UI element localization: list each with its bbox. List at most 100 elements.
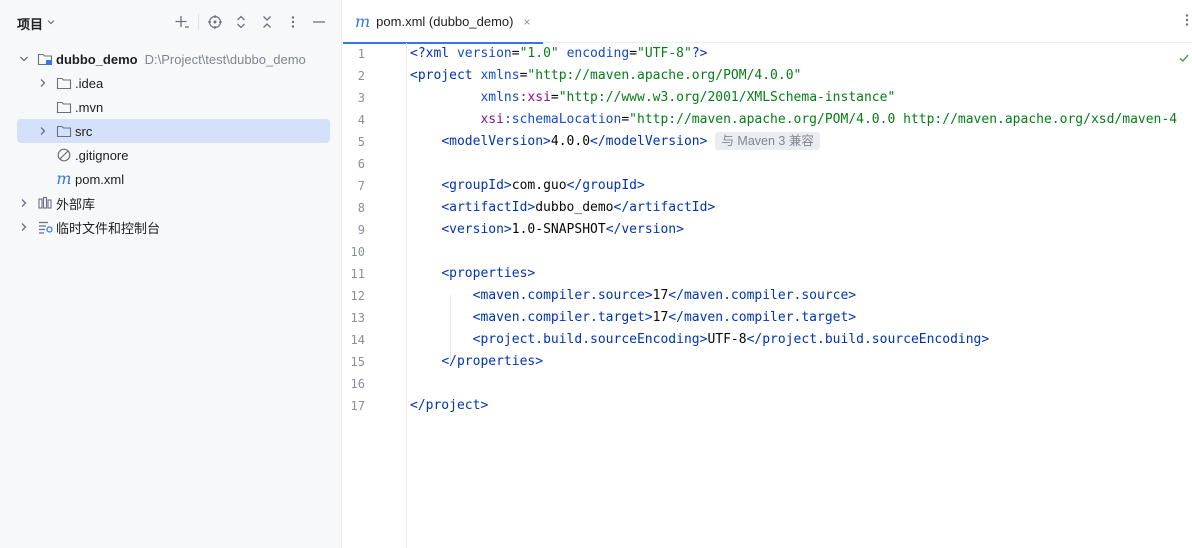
xml-tag: <project	[410, 68, 473, 83]
add-icon[interactable]	[171, 11, 193, 33]
editor-tab-bar: m pom.xml (dubbo_demo) ×	[343, 0, 1192, 44]
xml-declaration: <?xml	[410, 46, 450, 61]
expand-all-icon[interactable]	[230, 11, 252, 33]
line-number: 17	[350, 399, 365, 413]
line-number: 6	[357, 157, 365, 171]
code-line: <project.build.sourceEncoding>UTF-8</pro…	[410, 329, 990, 351]
xml-declaration-end: ?>	[691, 46, 708, 61]
close-icon[interactable]: ×	[523, 15, 530, 29]
toolbar-separator	[198, 14, 199, 30]
code-line: </properties>	[410, 351, 543, 373]
xml-tag: </properties>	[441, 354, 544, 369]
module-folder-icon	[37, 51, 53, 67]
tree-item-label: .gitignore	[75, 147, 129, 163]
maven-icon: m	[355, 12, 371, 31]
xml-tag: <project.build.sourceEncoding>	[472, 332, 708, 347]
chevron-down-icon[interactable]	[18, 54, 30, 64]
code-line: <version>1.0-SNAPSHOT</version>	[410, 219, 684, 241]
tree-item-gitignore[interactable]: .gitignore	[0, 143, 342, 167]
locate-icon[interactable]	[204, 11, 226, 33]
scratches-icon	[37, 219, 53, 235]
xml-attribute: encoding	[566, 46, 630, 61]
xml-tag: <maven.compiler.source>	[472, 288, 653, 303]
tree-item-label: src	[75, 123, 93, 139]
project-panel-title: 项目	[17, 17, 44, 32]
xml-tag: <maven.compiler.target>	[472, 310, 653, 325]
line-number: 7	[357, 179, 365, 193]
line-number: 3	[357, 91, 365, 105]
tree-item-label: pom.xml	[75, 171, 125, 187]
line-number: 8	[357, 201, 365, 215]
tree-item-path: D:\Project\test\dubbo_demo	[144, 51, 306, 67]
xml-tag: </project>	[410, 398, 489, 413]
project-tool-window: 项目 dubbo_demo D:\Project\test\dubbo_demo…	[0, 0, 342, 548]
tree-item-scratches[interactable]: 临时文件和控制台	[0, 215, 342, 239]
editor-area: m pom.xml (dubbo_demo) × 1 2 3 4 5 6 7 8 9 10 11 12…	[343, 0, 1192, 548]
collapse-all-icon[interactable]	[256, 11, 278, 33]
more-options-icon[interactable]	[282, 11, 304, 33]
code-line: <modelVersion>4.0.0</modelVersion> 与 Mave…	[410, 131, 820, 153]
line-number-gutter: 1 2 3 4 5 6 7 8 9 10 11 12 13 14 15 16 17	[343, 43, 407, 548]
chevron-right-icon[interactable]	[18, 198, 30, 208]
chevron-right-icon[interactable]	[18, 222, 30, 232]
tree-item-mvn[interactable]: .mvn	[0, 95, 342, 119]
code-editor[interactable]: <?xml version="1.0" encoding="UTF-8"?> <…	[410, 43, 1192, 548]
line-number: 16	[350, 377, 365, 391]
xml-tag: <properties>	[441, 266, 536, 281]
xml-value: "UTF-8"	[637, 46, 692, 61]
line-number: 12	[350, 289, 365, 303]
project-view-selector[interactable]: 项目	[17, 14, 56, 33]
check-icon[interactable]	[1178, 52, 1190, 67]
xml-attribute: version	[456, 46, 512, 61]
line-number: 13	[350, 311, 365, 325]
folder-icon	[56, 123, 72, 139]
tree-item-src[interactable]: src	[17, 119, 330, 143]
code-line: <groupId>com.guo</groupId>	[410, 175, 645, 197]
xml-tag: <version>	[441, 222, 512, 237]
code-line: <artifactId>dubbo_demo</artifactId>	[410, 197, 715, 219]
line-number: 2	[357, 69, 365, 83]
tab-label: pom.xml (dubbo_demo)	[376, 14, 514, 29]
xml-text: dubbo_demo	[535, 200, 614, 215]
line-number: 11	[350, 267, 365, 281]
line-number: 4	[357, 113, 365, 127]
code-line: <maven.compiler.source>17</maven.compile…	[410, 285, 857, 307]
tree-item-label: .mvn	[75, 99, 104, 115]
ignore-file-icon	[56, 147, 72, 163]
chevron-right-icon[interactable]	[37, 78, 49, 88]
xml-text: 17	[652, 310, 669, 325]
code-line: <maven.compiler.target>17</maven.compile…	[410, 307, 857, 329]
xml-tag: </artifactId>	[613, 200, 716, 215]
xml-text: UTF-8	[707, 332, 747, 347]
tree-item-pom[interactable]: m pom.xml	[0, 167, 342, 191]
xml-value: "http://maven.apache.org/POM/4.0.0"	[527, 68, 802, 83]
xml-tag: </maven.compiler.target>	[668, 310, 857, 325]
xml-attribute: :xsi	[519, 90, 551, 105]
hide-icon[interactable]	[308, 11, 330, 33]
inlay-hint[interactable]: 与 Maven 3 兼容	[715, 131, 820, 150]
code-line: </project>	[410, 395, 488, 417]
xml-tag: </modelVersion>	[590, 134, 708, 149]
code-line: xmlns:xsi="http://www.w3.org/2001/XMLSch…	[480, 90, 896, 105]
line-number: 9	[357, 223, 365, 237]
line-number: 1	[357, 47, 365, 61]
xml-attribute: xmlns	[480, 68, 520, 83]
xml-tag: </project.build.sourceEncoding>	[746, 332, 990, 347]
line-number: 5	[357, 135, 365, 149]
xml-text: 1.0-SNAPSHOT	[511, 222, 606, 237]
folder-icon	[56, 99, 72, 115]
chevron-down-icon	[46, 17, 56, 30]
xml-text: 4.0.0	[550, 134, 591, 149]
xml-value: "http://www.w3.org/2001/XMLSchema-instan…	[558, 90, 896, 105]
tree-item-idea[interactable]: .idea	[0, 71, 342, 95]
line-number: 14	[350, 333, 365, 347]
more-options-icon[interactable]	[1185, 12, 1189, 31]
tree-item-dubbo-demo[interactable]: dubbo_demo D:\Project\test\dubbo_demo	[0, 47, 342, 71]
tab-pom-xml[interactable]: m pom.xml (dubbo_demo) ×	[343, 0, 543, 44]
chevron-right-icon[interactable]	[37, 126, 49, 136]
line-number: 10	[350, 245, 365, 259]
xml-value: "http://maven.apache.org/POM/4.0.0 http:…	[629, 112, 1178, 127]
tree-item-external-libraries[interactable]: 外部库	[0, 191, 342, 215]
xml-text: 17	[652, 288, 669, 303]
maven-icon: m	[56, 169, 72, 188]
